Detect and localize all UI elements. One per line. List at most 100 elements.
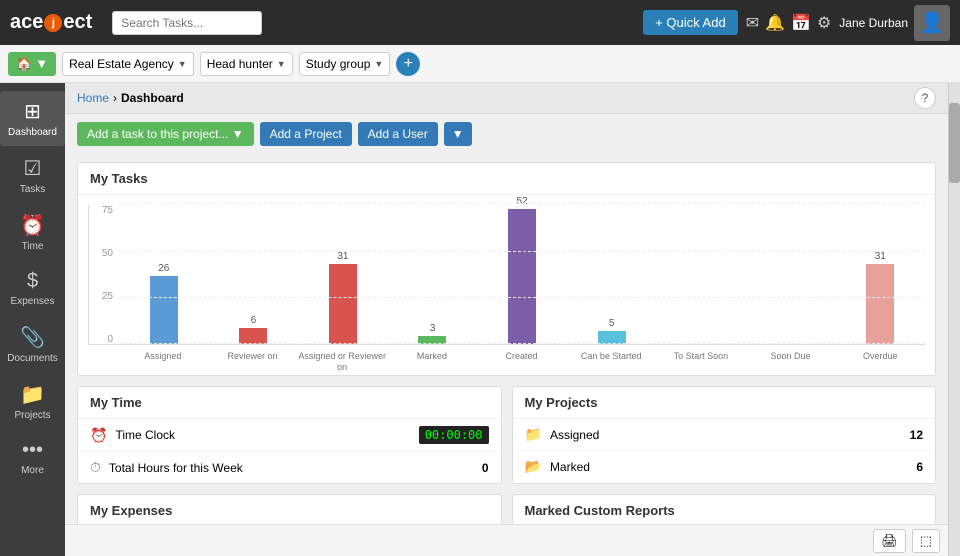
workspace-study-group[interactable]: Study group ▼: [299, 52, 391, 76]
sidebar-item-label: Time: [22, 241, 44, 252]
chevron-down-icon: ▼: [277, 59, 286, 69]
chevron-down-icon: ▼: [178, 59, 187, 69]
workspace-head-hunter[interactable]: Head hunter ▼: [200, 52, 293, 76]
sidebar-item-label: Projects: [14, 410, 50, 421]
add-task-button[interactable]: Add a task to this project... ▼: [77, 122, 254, 146]
time-icon: ⏰: [20, 213, 45, 238]
total-hours-label: Total Hours for this Week: [109, 461, 243, 475]
dashboard-icon: ⊞: [24, 99, 41, 124]
sidebar-item-dashboard[interactable]: ⊞ Dashboard: [0, 91, 65, 146]
projects-assigned-value: 12: [910, 428, 923, 442]
workspace-real-estate[interactable]: Real Estate Agency ▼: [62, 52, 194, 76]
bar-label: Overdue: [835, 348, 925, 373]
bar-group: 26: [119, 263, 209, 344]
bar-group: 6: [209, 315, 299, 344]
action-bar: Add a task to this project... ▼ Add a Pr…: [65, 114, 948, 154]
bar-label: Assigned: [118, 348, 208, 373]
logo: aceject: [10, 11, 92, 34]
documents-icon: 📎: [20, 325, 45, 350]
logo-ace: ace: [10, 11, 43, 34]
bar-group: 52: [477, 196, 567, 344]
two-col-time-projects: My Time ⏰ Time Clock 00:00:00 ⏱ Total Ho…: [77, 386, 936, 484]
mail-icon[interactable]: ✉: [746, 13, 759, 33]
bell-icon[interactable]: 🔔: [765, 13, 785, 33]
time-clock-label: Time Clock: [115, 428, 175, 442]
bar-label: To Start Soon: [656, 348, 746, 373]
chart-container: 755025026631352531 AssignedReviewer onAs…: [78, 195, 935, 375]
home-caret: ▼: [35, 56, 48, 71]
marked-reports-section: Marked Custom Reports ★ ⏰ Q1 Time Report…: [512, 494, 937, 524]
chart-bar: [239, 328, 267, 344]
more-icon: •••: [22, 439, 43, 462]
breadcrumb-separator: ›: [113, 91, 117, 105]
header-icons: ✉ 🔔 📅 ⚙: [746, 13, 832, 33]
total-hours-value: 0: [482, 461, 489, 475]
projects-marked-value: 6: [916, 460, 923, 474]
sidebar-item-label: Documents: [7, 353, 58, 364]
sidebar: ⊞ Dashboard ☑ Tasks ⏰ Time $ Expenses 📎 …: [0, 83, 65, 556]
projects-marked-label: Marked: [550, 460, 590, 474]
top-header: aceject + Quick Add ✉ 🔔 📅 ⚙ Jane Durban …: [0, 0, 960, 45]
projects-icon: 📁: [20, 382, 45, 407]
logo-circle: j: [44, 14, 62, 32]
bar-label: Soon Due: [746, 348, 836, 373]
search-input[interactable]: [112, 11, 262, 35]
chart-bar: [866, 264, 894, 344]
more-actions-button[interactable]: ▼: [444, 122, 472, 146]
bar-label: Created: [477, 348, 567, 373]
bottom-bar: 🖨 ⬚: [65, 524, 948, 556]
breadcrumb: Home › Dashboard ?: [65, 83, 948, 114]
my-expenses-section: My Expenses 🔧 In Progress 2 ☁ Submitted …: [77, 494, 502, 524]
my-expenses-title: My Expenses: [78, 495, 501, 524]
tasks-icon: ☑: [24, 156, 42, 181]
sidebar-item-more[interactable]: ••• More: [0, 431, 65, 484]
user-name: Jane Durban: [839, 16, 908, 30]
breadcrumb-home[interactable]: Home: [77, 91, 109, 105]
my-tasks-section: My Tasks 755025026631352531 AssignedRevi…: [77, 162, 936, 376]
help-button[interactable]: ?: [914, 87, 936, 109]
workspace-label: Study group: [306, 57, 371, 71]
workspace-label: Head hunter: [207, 57, 273, 71]
bar-label: Can be Started: [566, 348, 656, 373]
bar-group: 3: [388, 323, 478, 344]
my-time-title: My Time: [78, 387, 501, 419]
sidebar-item-expenses[interactable]: $ Expenses: [0, 262, 65, 315]
sidebar-item-label: Tasks: [20, 184, 46, 195]
projects-assigned-label: Assigned: [550, 428, 599, 442]
print-button[interactable]: 🖨: [873, 529, 906, 553]
clock-icon: ⏰: [90, 427, 107, 444]
scroll-thumb[interactable]: [949, 103, 960, 183]
expenses-icon: $: [27, 270, 38, 293]
quick-add-button[interactable]: + Quick Add: [643, 10, 737, 35]
home-button[interactable]: 🏠 ▼: [8, 52, 56, 76]
home-icon: 🏠: [16, 56, 32, 72]
time-clock-row: ⏰ Time Clock 00:00:00: [78, 419, 501, 452]
dashboard-body: My Tasks 755025026631352531 AssignedRevi…: [65, 154, 948, 524]
sidebar-item-projects[interactable]: 📁 Projects: [0, 374, 65, 429]
add-workspace-button[interactable]: +: [396, 52, 420, 76]
add-user-button[interactable]: Add a User: [358, 122, 438, 146]
export-button[interactable]: ⬚: [912, 529, 940, 553]
total-hours-icon: ⏱: [90, 459, 101, 476]
calendar-icon[interactable]: 📅: [791, 13, 811, 33]
user-avatar: 👤: [914, 5, 950, 41]
sidebar-item-time[interactable]: ⏰ Time: [0, 205, 65, 260]
workspace-label: Real Estate Agency: [69, 57, 174, 71]
chart-bar: [508, 209, 536, 344]
projects-assigned-row: 📁 Assigned 12: [513, 419, 936, 451]
scrollbar[interactable]: [948, 83, 960, 556]
bar-label: Assigned or Reviewer on: [297, 348, 387, 373]
my-projects-title: My Projects: [513, 387, 936, 419]
marked-reports-title: Marked Custom Reports: [513, 495, 936, 524]
chart-bar: [329, 264, 357, 344]
gear-icon[interactable]: ⚙: [817, 13, 831, 33]
header-right: + Quick Add ✉ 🔔 📅 ⚙ Jane Durban 👤: [643, 5, 950, 41]
bar-label: Marked: [387, 348, 477, 373]
sidebar-item-tasks[interactable]: ☑ Tasks: [0, 148, 65, 203]
sidebar-item-documents[interactable]: 📎 Documents: [0, 317, 65, 372]
add-task-label: Add a task to this project... ▼: [87, 127, 244, 141]
time-clock-value: 00:00:00: [419, 426, 489, 444]
add-project-button[interactable]: Add a Project: [260, 122, 352, 146]
my-projects-section: My Projects 📁 Assigned 12 📂 Marked 6: [512, 386, 937, 484]
content-area: Home › Dashboard ? Add a task to this pr…: [65, 83, 948, 556]
